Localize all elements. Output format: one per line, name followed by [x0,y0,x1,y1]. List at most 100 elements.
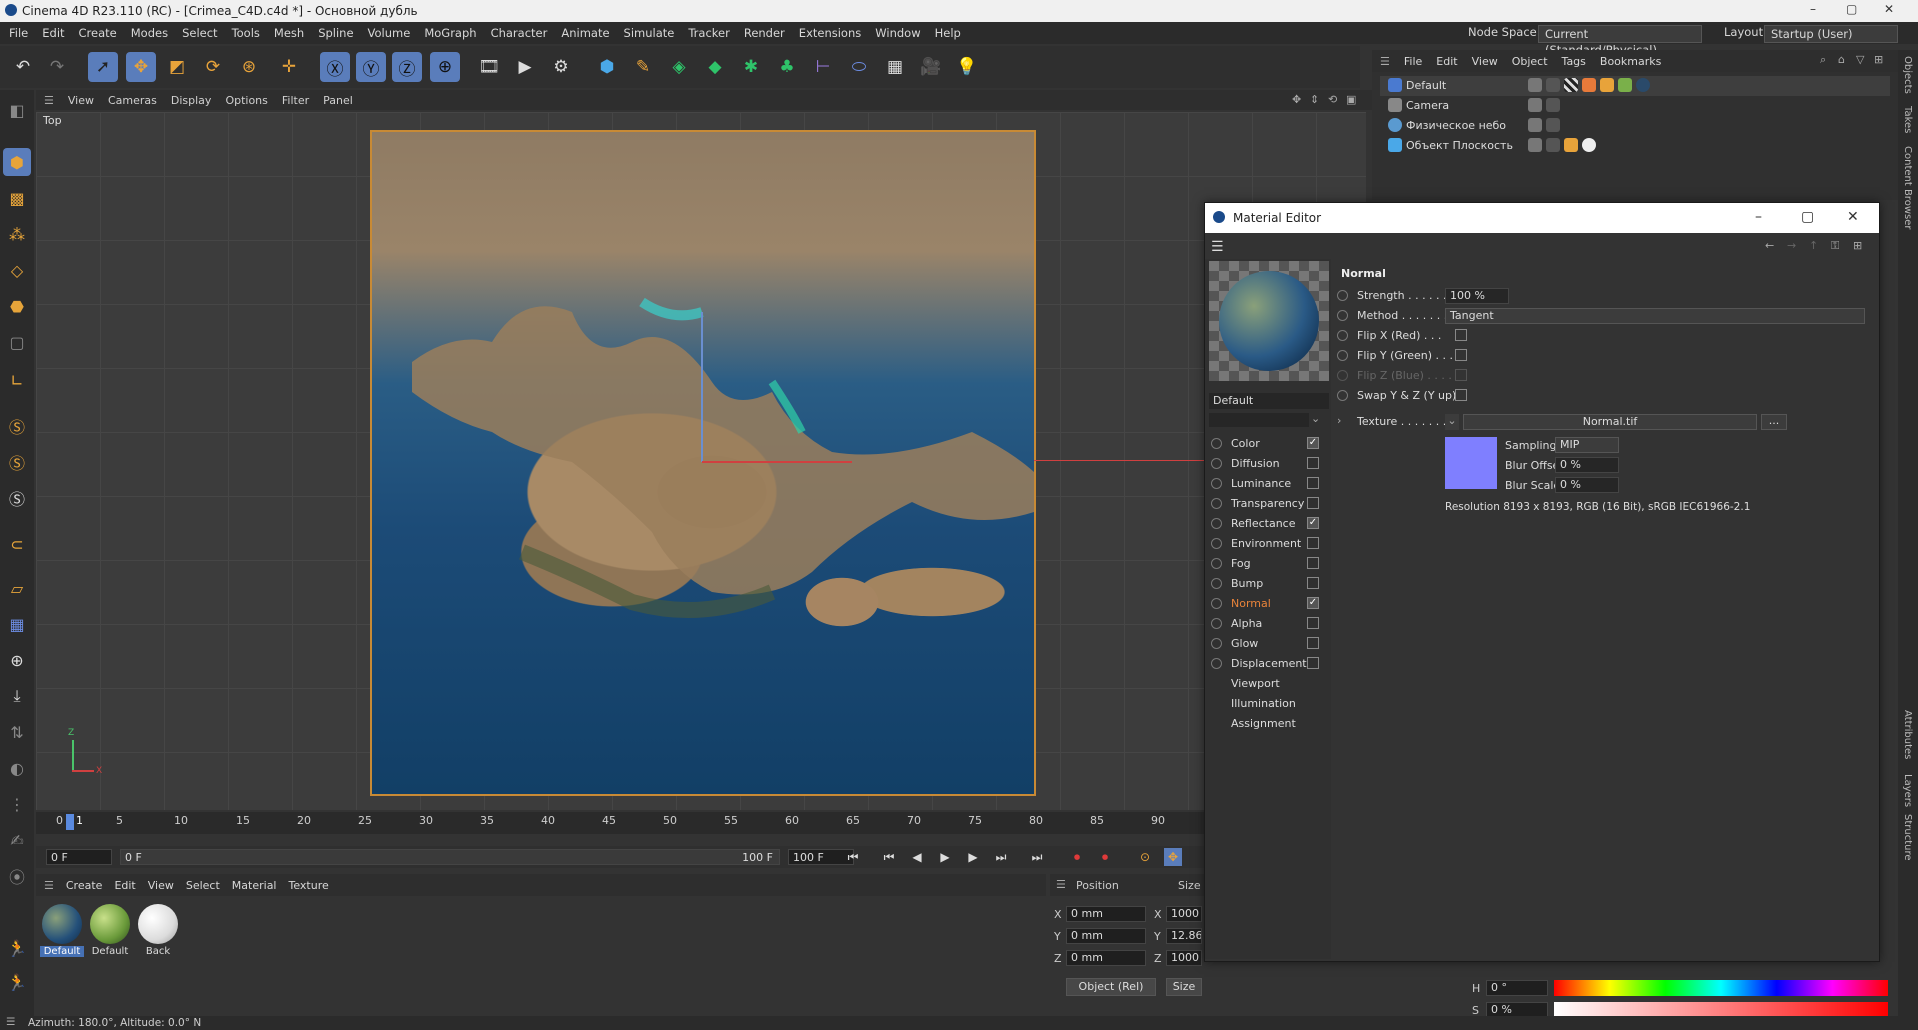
visibility-icon[interactable] [1528,138,1542,152]
timeline-ruler[interactable]: 0 1 5 10 15 20 25 30 35 40 45 50 55 60 6… [36,812,1206,834]
flip-x-checkbox[interactable] [1455,329,1467,341]
object-row-plane[interactable]: Объект Плоскость [1380,136,1890,156]
illumination-section-link[interactable]: Illumination [1231,697,1296,710]
pos-x-field[interactable]: 0 mm [1066,906,1146,922]
close-window-button[interactable]: ✕ [1884,2,1894,16]
channel-environment[interactable]: Environment [1211,535,1321,553]
material-editor-title-bar[interactable]: Material Editor – ▢ ✕ [1205,203,1879,233]
channel-checkbox[interactable] [1307,577,1319,589]
swap-yz-checkbox[interactable] [1455,389,1467,401]
texture-thumbnail[interactable] [1445,437,1497,489]
prev-key-icon[interactable]: ⏮ [880,848,898,866]
channel-checkbox[interactable] [1307,657,1319,669]
layer-dot-icon[interactable] [1546,98,1560,112]
tab-layers[interactable]: Layers [1902,774,1913,807]
snap-icon[interactable]: Ⓢ [3,412,31,440]
layout-dropdown[interactable]: Startup (User) [1764,25,1898,43]
viewport-menu-filter[interactable]: Filter [282,94,309,107]
layer-dot-icon[interactable] [1546,78,1560,92]
go-to-end-icon[interactable]: ⏭ [1028,848,1046,866]
axis-mode-icon[interactable]: ∟ [3,366,31,394]
flip-y-checkbox[interactable] [1455,349,1467,361]
menu-render[interactable]: Render [744,26,785,40]
hamburger-icon[interactable]: ☰ [44,94,54,107]
layer-dot-icon[interactable] [1546,138,1560,152]
mat-menu-view[interactable]: View [148,879,174,892]
lock-workplane-icon[interactable]: ⤓ [3,682,31,710]
play-icon[interactable]: ▶ [936,848,954,866]
tab-takes[interactable]: Takes [1902,106,1913,133]
filter-icon[interactable]: ▽ [1856,53,1864,66]
forward-arrow-icon[interactable]: → [1787,239,1796,252]
magnet-icon[interactable]: ⊂ [3,530,31,558]
display-tag-icon[interactable] [1582,78,1596,92]
earth-material-tag-icon[interactable] [1636,78,1650,92]
material-preview[interactable] [1209,261,1329,381]
rotate-tool-icon[interactable]: ⟳ [198,52,228,82]
field-icon[interactable]: ⬭ [844,52,874,82]
light-icon[interactable]: 💡 [952,52,982,82]
extrude-icon[interactable]: ◆ [700,52,730,82]
channel-checkbox[interactable] [1307,537,1319,549]
viewport-menu-view[interactable]: View [68,94,94,107]
model-mode-icon[interactable]: ⬢ [3,148,31,176]
go-to-start-icon[interactable]: ⏮ [844,848,862,866]
texture-mode-icon[interactable]: ▩ [3,184,31,212]
solo-icon[interactable]: ⦿ [3,862,31,890]
new-window-icon[interactable]: ⊞ [1853,239,1862,252]
menu-create[interactable]: Create [79,26,117,40]
channel-displacement[interactable]: Displacement [1211,655,1321,673]
channel-checkbox[interactable]: ✓ [1307,517,1319,529]
channel-diffusion[interactable]: Diffusion [1211,455,1321,473]
undo-icon[interactable]: ↶ [8,52,38,82]
position-key-icon[interactable]: ✥ [1164,848,1182,866]
close-button[interactable]: ✕ [1847,209,1859,225]
channel-bump[interactable]: Bump [1211,575,1321,593]
menu-simulate[interactable]: Simulate [624,26,675,40]
edges-mode-icon[interactable]: ◇ [3,256,31,284]
viewport-menu-options[interactable]: Options [225,94,267,107]
size-z-field[interactable]: 1000 mm [1166,950,1202,966]
obj-menu-file[interactable]: File [1404,55,1422,68]
visibility-icon[interactable] [1528,98,1542,112]
select-tool-icon[interactable]: ➚ [88,52,118,82]
align-workplane-icon[interactable]: ⇅ [3,718,31,746]
z-axis-lock-icon[interactable]: Ⓩ [392,52,422,82]
spline-pen-icon[interactable]: ✎ [628,52,658,82]
obj-menu-tags[interactable]: Tags [1562,55,1586,68]
channel-checkbox[interactable] [1307,477,1319,489]
texture-more-button[interactable]: ... [1761,414,1787,430]
menu-character[interactable]: Character [491,26,548,40]
camera-icon[interactable]: 🎥 [916,52,946,82]
hue-slider[interactable] [1554,980,1888,996]
move-tool-icon[interactable]: ✥ [126,52,156,82]
assignment-section-link[interactable]: Assignment [1231,717,1296,730]
material-preview-mode[interactable] [1209,413,1309,427]
grid-plane-icon[interactable]: ▦ [3,610,31,638]
obj-menu-edit[interactable]: Edit [1436,55,1457,68]
character-edit-icon[interactable]: 🏃 [3,968,31,996]
home-icon[interactable]: ⌂ [1838,53,1845,66]
viewport-menu-display[interactable]: Display [171,94,212,107]
blur-scale-field[interactable]: 0 % [1555,477,1619,493]
floor-icon[interactable]: ▦ [880,52,910,82]
tab-attributes[interactable]: Attributes [1902,710,1913,759]
strength-field[interactable]: 100 % [1445,288,1509,304]
new-window-icon[interactable]: ⊞ [1874,53,1883,66]
zoom-view-icon[interactable]: ⇕ [1310,93,1319,106]
tab-content-browser[interactable]: Content Browser [1902,146,1913,229]
menu-select[interactable]: Select [182,26,217,40]
menu-mograph[interactable]: MoGraph [424,26,476,40]
cube-object-icon[interactable]: ⬢ [592,52,622,82]
channel-checkbox[interactable] [1307,457,1319,469]
menu-window[interactable]: Window [875,26,920,40]
maximize-button[interactable]: ▢ [1801,209,1814,225]
mat-menu-material[interactable]: Material [232,879,277,892]
range-slider[interactable]: 0 F 100 F [120,849,780,865]
channel-luminance[interactable]: Luminance [1211,475,1321,493]
next-frame-icon[interactable]: ▶ [964,848,982,866]
mograph-icon[interactable]: ♣ [772,52,802,82]
object-row-physical-sky[interactable]: Физическое небо [1380,116,1890,136]
mat-menu-edit[interactable]: Edit [114,879,135,892]
hamburger-icon[interactable]: ☰ [44,879,54,892]
